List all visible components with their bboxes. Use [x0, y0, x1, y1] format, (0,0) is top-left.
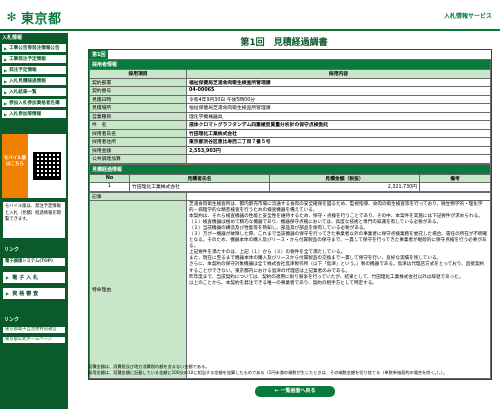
bid-col-name: 見積者氏名 [129, 173, 270, 183]
e-bid-button[interactable]: ▶ 電 子 入 札 [2, 271, 66, 284]
table-row: 契約部署 福祉保健局芝浦食肉衛生検査所管理課 [89, 77, 491, 87]
qr-code [28, 134, 66, 198]
arrow-icon: ▶ [6, 275, 10, 280]
table-row: 契約番号 04-00065 [89, 86, 491, 96]
sidebar-item-construction-notice[interactable]: ▶ 工事公告等発注情報公告 [1, 43, 67, 53]
arrow-icon: ▶ [6, 291, 10, 296]
sidebar-item-order-plan[interactable]: ▶ 発注予定情報 [1, 65, 67, 75]
sidebar-item-bid-results[interactable]: ▶ 入札結果一覧 [1, 87, 67, 97]
qualification-button[interactable]: ▶ 資 格 審 査 [2, 287, 66, 300]
table-row: 1 竹田理化工業株式会社 2,321,730円 [89, 182, 491, 192]
sidebar-item-qualified-list[interactable]: ▶ 参加入札参加資格者名簿 [1, 98, 67, 108]
system-top-link[interactable]: 電子調達システム(TOP) [2, 257, 66, 267]
arrow-icon: ▶ [4, 89, 8, 95]
logo-text: 東京都 [21, 12, 62, 27]
table-row: 公共調達加算 [89, 154, 491, 164]
bottom-links-head: リンク [4, 317, 20, 323]
detail-panel: 第1回 採用者情報 採用項目 採用内容 契約部署 福祉保健局芝浦食肉衛生検査所管理… [88, 49, 492, 380]
bid-col-amount: 見積金額（税抜） [269, 173, 420, 183]
section-bids-head: 見積経過情報 [89, 163, 491, 175]
footnote: 採用金額は、見積金額に記載している金額に100分の10に相当する金額を加算したも… [88, 370, 448, 375]
table-row: 営業種目 理化学機械器具 [89, 111, 491, 121]
arrow-icon: ▶ [4, 100, 8, 106]
round-tab[interactable]: 第1回 [89, 50, 109, 59]
page-header: ✻ 東京都 入札情報サービス [0, 0, 500, 31]
sidebar-item-construction-plan[interactable]: ▶ 工事発注予定情報 [1, 54, 67, 64]
main-content: 第1回 見積経過調書 第1回 採用者情報 採用項目 採用内容 契約部署 福祉保健局… [72, 33, 496, 409]
bid-col-note: 備考 [419, 173, 491, 183]
qr-code-icon [33, 152, 61, 180]
col-item-header: 採用項目 [89, 69, 187, 79]
sidebar: 入札情報 ▶ 工事公告等発注情報公告 ▶ 工事発注予定情報 ▶ 発注予定情報 ▶ 入札見… [0, 33, 68, 409]
bid-table: 見積経過情報 No 見積者氏名 見積金額（税抜） 備考 1 竹田理化工業株式会社… [89, 163, 491, 192]
table-row: 件 名液体クロマトグラフタンデム四重極型質量分析計の保守点検委託 [89, 120, 491, 130]
sidebar-item-participation[interactable]: ▶ 入札参加等情報 [1, 109, 67, 119]
table-row: 見積日時 令和4年9月30日 午後5時00分 [89, 94, 491, 104]
arrow-icon: ▶ [4, 56, 8, 62]
table-row: 採用金額 2,553,903円 [89, 145, 491, 155]
sidebar-item-bid-progress[interactable]: ▶ 入札見積経過情報 [1, 76, 67, 86]
arrow-icon: ▶ [4, 67, 8, 73]
joint-operation-link[interactable]: 東京都電子自治体共同運営 [2, 326, 66, 334]
special-reason-text: 芝浦食肉衛生検査所は、都内卸売市場に流通する食肉の安全確保を図るため、監視指導、… [186, 200, 491, 379]
tokyo-emblem-icon: ✻ [6, 10, 17, 24]
official-site-link[interactable]: 東京都公式ホームページ [2, 336, 66, 344]
bid-col-no: No [89, 173, 130, 183]
tokyo-logo[interactable]: ✻ 東京都 [5, 8, 62, 28]
service-title: 入札情報サービス [443, 13, 492, 20]
back-to-list-button[interactable]: ← 一覧画面へ戻る [255, 386, 335, 397]
table-row: 見積場所 福祉保健局芝浦食肉衛生検査所管理課 [89, 103, 491, 113]
footnotes: 見積金額は、消費税及び地方消費税の額を含まない金額である。 採用金額は、見積金額… [88, 364, 492, 376]
mobile-note: モバイル版は、発注予定情報と入札（見積）経過情報を閲覧できます。 [2, 201, 66, 239]
table-row: 採用者氏名 竹田理化工業株式会社 [89, 128, 491, 138]
section-winner-head: 採用者情報 [89, 59, 491, 70]
winner-table: 採用者情報 採用項目 採用内容 契約部署 福祉保健局芝浦食肉衛生検査所管理課 契約… [89, 59, 491, 164]
arrow-icon: ▶ [4, 78, 8, 84]
arrow-icon: ▶ [4, 111, 8, 117]
page-title: 第1回 見積経過調書 [240, 38, 328, 48]
table-row: 採用者住所 東京都渋谷区恵比寿西二丁目７番５号 [89, 137, 491, 147]
record-label: 記事 [89, 191, 187, 201]
col-content-header: 採用内容 [186, 69, 491, 79]
special-label: 特命理由 [89, 200, 187, 379]
links-head: リンク [4, 247, 20, 253]
sidebar-head: 入札情報 [0, 33, 68, 43]
record-table: 記事 特命理由 芝浦食肉衛生検査所は、都内卸売市場に流通する食肉の安全確保を図る… [89, 191, 491, 379]
mobile-banner[interactable]: モバイル版はこちら [2, 134, 66, 198]
arrow-icon: ▶ [4, 45, 8, 51]
mobile-label: モバイル版はこちら [2, 134, 28, 198]
